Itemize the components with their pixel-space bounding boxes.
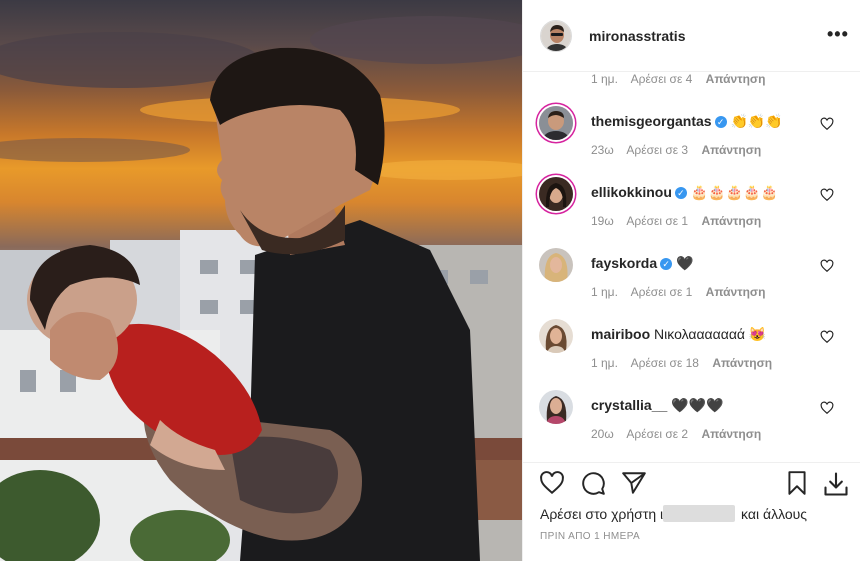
comment-text: ellikokkinou ✓ 🎂🎂🎂🎂🎂	[591, 184, 778, 201]
reply-button[interactable]: Απάντηση	[706, 285, 766, 299]
verified-badge-icon: ✓	[714, 116, 727, 128]
commenter-avatar[interactable]	[539, 390, 573, 424]
commenter-username[interactable]: mairiboo	[591, 326, 650, 342]
comment-body: 👏👏👏	[730, 113, 783, 129]
comment-likes[interactable]: Αρέσει σε 4	[631, 72, 693, 86]
comment-item: crystallia__ 🖤🖤🖤 20ω Αρέσει σε 2 Απάντησ…	[523, 390, 860, 462]
comment-time: 23ω	[591, 143, 614, 157]
comment-item: themisgeorgantas ✓ 👏👏👏 23ω Αρέσει σε 3 Απ…	[523, 106, 860, 178]
commenter-username[interactable]: crystallia__	[591, 397, 667, 413]
reply-button[interactable]: Απάντηση	[701, 143, 761, 157]
comment-body: 🖤	[676, 255, 694, 271]
like-comment-heart-icon[interactable]	[820, 117, 834, 131]
verified-badge-icon: ✓	[674, 187, 687, 199]
author-username[interactable]: mironasstratis	[589, 28, 685, 44]
comment-time: 19ω	[591, 214, 614, 228]
comment-text: themisgeorgantas ✓ 👏👏👏	[591, 113, 783, 130]
redacted-username	[663, 505, 736, 522]
like-heart-icon[interactable]	[539, 470, 565, 496]
like-comment-heart-icon[interactable]	[820, 188, 834, 202]
commenter-avatar-image	[539, 248, 573, 282]
commenter-avatar-image	[539, 177, 573, 211]
comment-likes[interactable]: Αρέσει σε 2	[626, 427, 688, 441]
commenter-avatar-image	[539, 390, 573, 424]
reply-button[interactable]: Απάντηση	[701, 427, 761, 441]
author-avatar[interactable]	[540, 20, 572, 52]
comment-time: 20ω	[591, 427, 614, 441]
comment-body: Νικολααααααά 😻	[654, 326, 767, 342]
commenter-username[interactable]: ellikokkinou	[591, 184, 672, 200]
like-comment-heart-icon[interactable]	[820, 401, 834, 415]
photo-illustration	[0, 16, 522, 561]
likes-prefix: Αρέσει στο χρήστη	[540, 506, 657, 522]
like-comment-heart-icon[interactable]	[820, 259, 834, 273]
comments-list[interactable]: 1 ημ. Αρέσει σε 4 Απάντηση themisgeorgan…	[523, 72, 860, 462]
verified-badge-icon: ✓	[660, 258, 673, 270]
save-bookmark-icon[interactable]	[784, 470, 810, 496]
post-header: mironasstratis •••	[523, 0, 860, 72]
post-timestamp[interactable]: ΠΡΙΝ ΑΠΟ 1 ΗΜΕΡΑ	[540, 531, 640, 542]
comment-likes[interactable]: Αρέσει σε 18	[631, 356, 699, 370]
commenter-avatar-image	[539, 319, 573, 353]
comment-text: mairiboo Νικολααααααά 😻	[591, 326, 766, 343]
download-icon[interactable]	[822, 470, 850, 498]
commenter-avatar-image	[539, 106, 573, 140]
comment-meta: 19ω Αρέσει σε 1 Απάντηση	[591, 214, 771, 228]
commenter-username[interactable]: themisgeorgantas	[591, 113, 712, 129]
comment-meta: 20ω Αρέσει σε 2 Απάντηση	[591, 427, 771, 441]
commenter-avatar[interactable]	[539, 248, 573, 282]
more-options-icon[interactable]: •••	[827, 24, 849, 45]
reply-button[interactable]: Απάντηση	[701, 214, 761, 228]
reply-button[interactable]: Απάντηση	[706, 72, 766, 86]
likes-summary[interactable]: Αρέσει στο χρήστη ι και άλλους	[540, 505, 807, 522]
comment-meta: 1 ημ. Αρέσει σε 18 Απάντηση	[591, 356, 782, 370]
comment-text: crystallia__ 🖤🖤🖤	[591, 397, 723, 414]
comment-likes[interactable]: Αρέσει σε 3	[626, 143, 688, 157]
post-detail-panel: mironasstratis ••• 1 ημ. Αρέσει σε 4 Απά…	[522, 0, 860, 561]
comment-item: ellikokkinou ✓ 🎂🎂🎂🎂🎂 19ω Αρέσει σε 1 Απάν…	[523, 177, 860, 249]
comment-item: mairiboo Νικολααααααά 😻 1 ημ. Αρέσει σε …	[523, 319, 860, 391]
comment-text: fayskorda ✓ 🖤	[591, 255, 693, 272]
commenter-avatar[interactable]	[539, 177, 573, 211]
commenter-avatar[interactable]	[539, 319, 573, 353]
author-avatar-image	[541, 21, 571, 51]
commenter-username[interactable]: fayskorda	[591, 255, 657, 271]
comment-item: fayskorda ✓ 🖤 1 ημ. Αρέσει σε 1 Απάντηση	[523, 248, 860, 320]
previous-comment-meta: 1 ημ. Αρέσει σε 4 Απάντηση	[591, 72, 775, 86]
comment-time: 1 ημ.	[591, 356, 618, 370]
comment-time: 1 ημ.	[591, 72, 618, 86]
comment-meta: 1 ημ. Αρέσει σε 1 Απάντηση	[591, 285, 775, 299]
comment-likes[interactable]: Αρέσει σε 1	[626, 214, 688, 228]
comment-meta: 23ω Αρέσει σε 3 Απάντηση	[591, 143, 771, 157]
comment-time: 1 ημ.	[591, 285, 618, 299]
post-photo	[0, 0, 522, 561]
reply-button[interactable]: Απάντηση	[712, 356, 772, 370]
like-comment-heart-icon[interactable]	[820, 330, 834, 344]
comment-body: 🖤🖤🖤	[671, 397, 724, 413]
post-footer: Αρέσει στο χρήστη ι και άλλους ΠΡΙΝ ΑΠΟ …	[523, 462, 860, 561]
comment-bubble-icon[interactable]	[580, 470, 606, 496]
share-send-icon[interactable]	[621, 470, 647, 496]
comment-body: 🎂🎂🎂🎂🎂	[690, 184, 778, 200]
comment-likes[interactable]: Αρέσει σε 1	[631, 285, 693, 299]
likes-suffix: και άλλους	[741, 506, 808, 522]
commenter-avatar[interactable]	[539, 106, 573, 140]
